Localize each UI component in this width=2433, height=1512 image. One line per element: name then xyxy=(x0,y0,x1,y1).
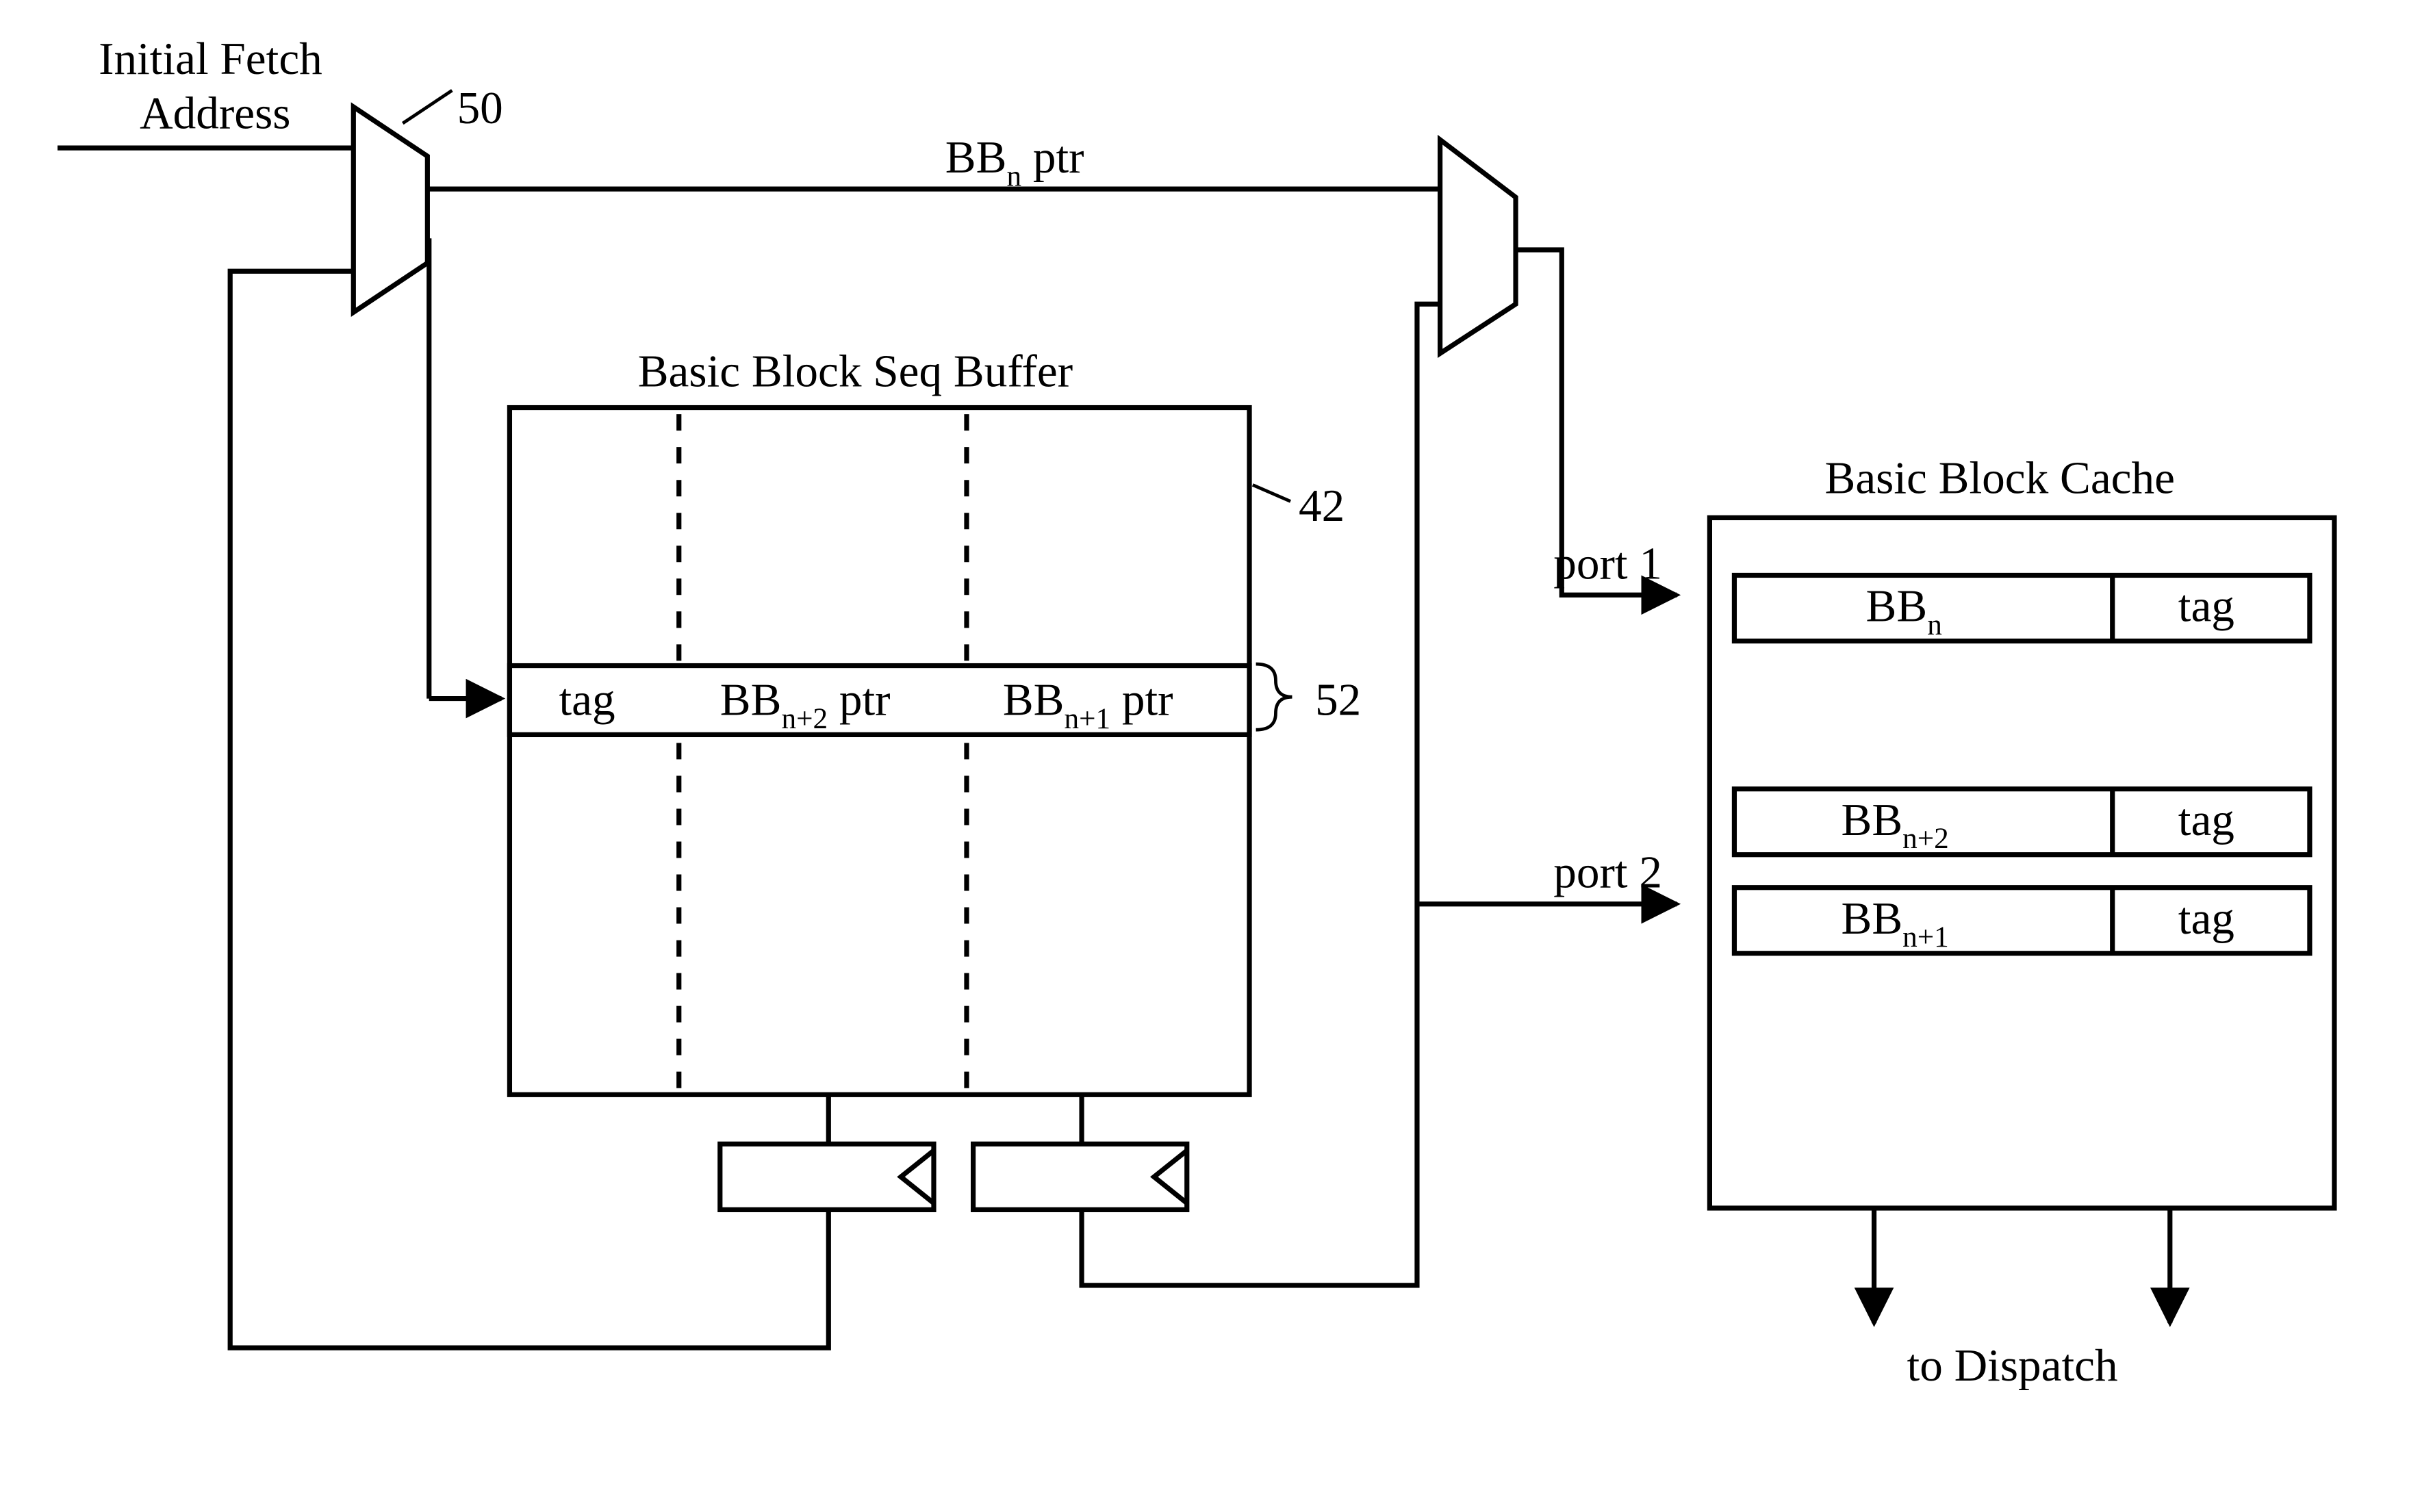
reg-right xyxy=(973,1144,1187,1209)
cache-row-bbn2-tag: tag xyxy=(2178,794,2234,845)
initial-fetch-line1: Initial Fetch xyxy=(99,33,322,84)
row-brace xyxy=(1256,664,1292,730)
cache-row-bbn1-tag: tag xyxy=(2178,893,2234,944)
bbsb-row-tag: tag xyxy=(559,674,615,726)
bbsb-title: Basic Block Seq Buffer xyxy=(638,345,1073,396)
cache-title: Basic Block Cache xyxy=(1824,452,2174,503)
port1-label: port 1 xyxy=(1553,537,1662,589)
mux-1 xyxy=(353,107,427,312)
mux-2 xyxy=(1440,140,1516,353)
mux1-ref: 50 xyxy=(457,82,503,133)
initial-fetch-line2: Address xyxy=(140,87,290,138)
bbsb-ref: 42 xyxy=(1299,480,1345,531)
mux1-ref-leader xyxy=(403,90,452,123)
to-dispatch: to Dispatch xyxy=(1907,1340,2118,1391)
diagram-root: Initial Fetch Address 50 BBn ptr Basic B… xyxy=(0,0,2433,1512)
row-ref: 52 xyxy=(1315,674,1361,726)
cache-row-bbn-tag: tag xyxy=(2178,580,2234,632)
reg-left xyxy=(720,1144,934,1209)
bbn-ptr-label: BBn ptr xyxy=(945,131,1084,192)
bbsb-ref-leader xyxy=(1253,485,1290,501)
port2-label: port 2 xyxy=(1553,847,1662,898)
bbsb-box xyxy=(509,408,1249,1095)
